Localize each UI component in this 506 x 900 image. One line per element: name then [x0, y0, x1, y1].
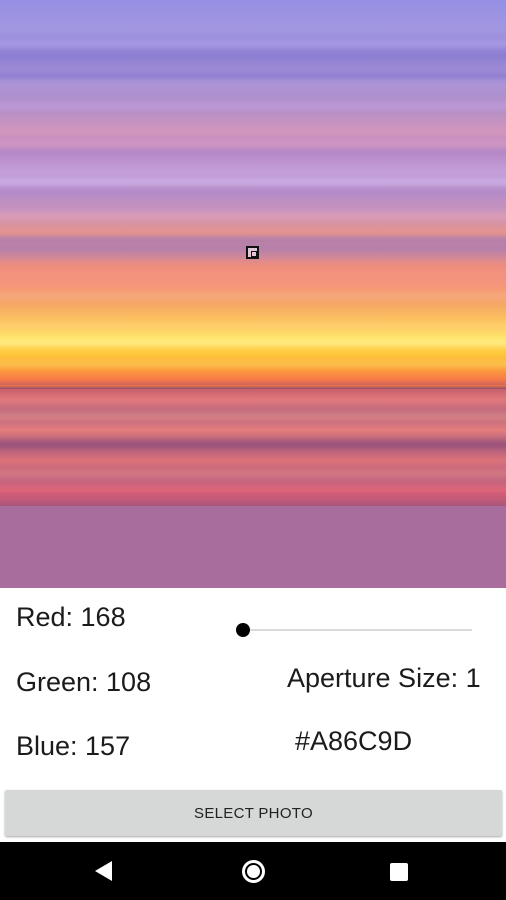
aperture-slider[interactable] — [236, 620, 476, 640]
photo-preview[interactable] — [0, 0, 506, 506]
red-value-label: Red: 168 — [16, 602, 126, 632]
blue-value-label: Blue: 157 — [16, 731, 131, 761]
back-triangle-icon[interactable] — [95, 861, 112, 881]
slider-track[interactable] — [242, 629, 472, 631]
horizon-line — [0, 385, 506, 389]
slider-thumb[interactable] — [236, 623, 250, 637]
hex-color-label: #A86C9D — [295, 726, 413, 756]
green-value-label: Green: 108 — [16, 667, 152, 697]
color-picker-screen: Red: 168 Green: 108 Blue: 157 Aperture S… — [0, 0, 506, 900]
navigation-bar — [0, 842, 506, 900]
aperture-size-label: Aperture Size: 1 — [287, 663, 481, 693]
color-swatch — [0, 506, 506, 588]
select-photo-button[interactable]: SELECT PHOTO — [5, 790, 502, 836]
sample-marker[interactable] — [246, 246, 259, 259]
home-circle-icon[interactable] — [242, 860, 265, 883]
recents-square-icon[interactable] — [390, 863, 408, 881]
